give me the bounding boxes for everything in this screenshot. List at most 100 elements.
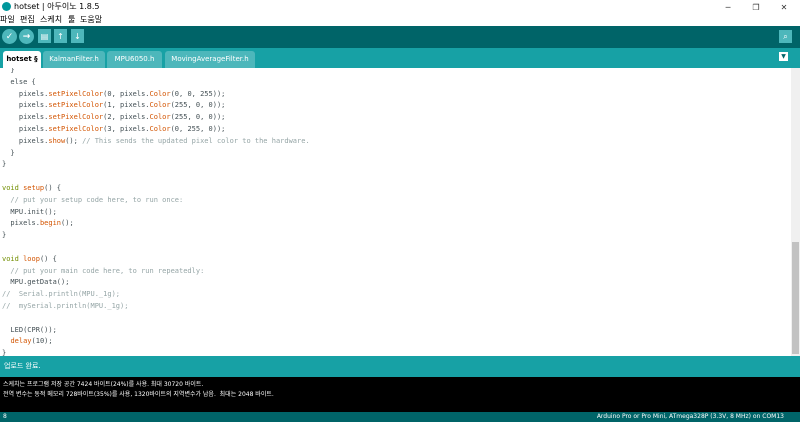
code-line: pixels.show(); // This sends the updated… [2, 135, 310, 147]
upload-button[interactable]: → [19, 29, 34, 44]
menu-tools[interactable]: 툴 [68, 14, 75, 26]
code-keyword: void [2, 184, 19, 192]
code-line: } [2, 68, 15, 76]
open-sketch-button[interactable]: ↑ [54, 29, 67, 43]
code-line: } [2, 229, 6, 241]
minimize-button[interactable]: ─ [716, 0, 740, 14]
code-line: pixels.begin(); [2, 217, 74, 229]
line-number: 8 [3, 413, 7, 420]
tab-kalmanfilter[interactable]: KalmanFilter.h [43, 51, 105, 68]
code-line: // put your setup code here, to run once… [2, 194, 183, 206]
code-line: pixels.setPixelColor(2, pixels.Color(255… [2, 111, 226, 123]
code-comment: // put your setup code here, to run once… [2, 195, 184, 204]
footer-bar: 8 Arduino Pro or Pro Mini, ATmega328P (3… [0, 412, 800, 422]
title-bar: hotset | 아두이노 1.8.5 ─ ❐ ✕ [0, 0, 800, 14]
code-text: MPU.getData(); [2, 278, 70, 287]
code-text: (0, pixels. [103, 89, 150, 98]
code-comment: // This sends the updated pixel color to… [82, 136, 310, 145]
board-info: Arduino Pro or Pro Mini, ATmega328P (3.3… [596, 413, 784, 420]
code-function: loop [23, 254, 40, 263]
code-text: (10); [31, 337, 53, 346]
code-text: (0, 255, 0)); [170, 125, 226, 133]
tab-mpu6050[interactable]: MPU6050.h [107, 51, 162, 68]
code-text: (255, 0, 0)); [170, 113, 226, 122]
editor-scrollbar[interactable] [791, 68, 800, 356]
code-function: Color [149, 101, 171, 110]
code-line: LED(CPR()); [2, 324, 57, 336]
code-line: } [2, 347, 6, 356]
code-text: } [2, 349, 7, 356]
code-line: delay(10); [2, 335, 53, 347]
code-text: MPU.init(); [2, 207, 57, 216]
code-function: Color [149, 89, 171, 98]
code-text: else { [2, 77, 36, 86]
console-line: 전역 변수는 동적 메모리 728바이트(35%)를 사용, 1320바이트의 … [3, 391, 274, 398]
menu-sketch[interactable]: 스케치 [40, 14, 62, 26]
scrollbar-thumb[interactable] [792, 242, 799, 354]
code-line: // put your main code here, to run repea… [2, 265, 204, 277]
toolbar: ✓ → ▤ ↑ ↓ ⌕ [0, 26, 800, 48]
code-text: () { [39, 254, 57, 263]
code-text: pixels. [2, 219, 40, 228]
code-function: setPixelColor [48, 125, 104, 133]
code-line: // Serial.println(MPU._1g); [2, 288, 120, 300]
code-text: pixels. [2, 125, 49, 133]
code-function: begin [39, 219, 62, 228]
code-text: pixels. [2, 113, 49, 122]
arduino-logo-icon [2, 2, 11, 11]
code-text: } [2, 68, 15, 74]
serial-monitor-button[interactable]: ⌕ [779, 30, 792, 43]
status-message: 업로드 완료. [4, 362, 41, 370]
code-comment: // mySerial.println(MPU._1g); [2, 302, 129, 310]
window-title: hotset | 아두이노 1.8.5 [14, 2, 100, 11]
new-sketch-button[interactable]: ▤ [38, 29, 51, 43]
code-function: setPixelColor [48, 113, 104, 122]
close-button[interactable]: ✕ [772, 0, 796, 14]
code-text: (2, pixels. [103, 113, 150, 122]
code-function: setPixelColor [48, 89, 104, 98]
code-text: (); [65, 136, 83, 145]
code-comment: // Serial.println(MPU._1g); [2, 290, 121, 299]
code-line: void setup() { [2, 182, 61, 194]
code-text: (3, pixels. [103, 125, 150, 133]
tab-bar: hotset § KalmanFilter.h MPU6050.h Moving… [0, 48, 800, 68]
menu-help[interactable]: 도움말 [80, 14, 102, 26]
code-text: pixels. [2, 136, 49, 145]
code-function: setup [23, 184, 45, 192]
code-function: delay [10, 337, 32, 346]
code-text: pixels. [2, 101, 49, 110]
code-line: void loop() { [2, 253, 57, 265]
code-text: () { [44, 184, 62, 192]
save-sketch-button[interactable]: ↓ [71, 29, 84, 43]
tab-menu-dropdown-icon[interactable]: ▼ [779, 52, 788, 61]
code-text: (255, 0, 0)); [170, 101, 226, 110]
code-line: MPU.getData(); [2, 276, 69, 288]
menu-edit[interactable]: 편집 [20, 14, 35, 26]
code-text: (0, 0, 255)); [170, 89, 226, 98]
code-editor[interactable]: } else { pixels.setPixelColor(0, pixels.… [0, 68, 791, 356]
code-text: (1, pixels. [103, 101, 150, 110]
code-line: } [2, 158, 6, 170]
code-keyword: void [2, 254, 19, 263]
tab-movingaveragefilter[interactable]: MovingAverageFilter.h [165, 51, 255, 68]
code-text: LED(CPR()); [2, 325, 57, 334]
verify-button[interactable]: ✓ [2, 29, 17, 44]
code-text: } [2, 231, 7, 240]
code-text: } [2, 160, 7, 169]
console-output[interactable]: 스케치는 프로그램 저장 공간 7424 바이트(24%)를 사용. 최대 30… [0, 377, 800, 412]
code-line: MPU.init(); [2, 206, 57, 218]
code-comment: // put your main code here, to run repea… [2, 266, 205, 275]
code-line: pixels.setPixelColor(1, pixels.Color(255… [2, 99, 226, 111]
code-line: // mySerial.println(MPU._1g); [2, 300, 128, 312]
tab-hotset[interactable]: hotset § [3, 51, 41, 68]
code-text: } [2, 148, 15, 157]
code-function: Color [149, 113, 171, 122]
maximize-button[interactable]: ❐ [744, 0, 768, 14]
code-line: pixels.setPixelColor(3, pixels.Color(0, … [2, 123, 226, 135]
code-line: } [2, 147, 15, 159]
code-text: (); [61, 219, 74, 228]
code-text: pixels. [2, 89, 49, 98]
code-function: setPixelColor [48, 101, 104, 110]
menu-file[interactable]: 파일 [0, 14, 15, 26]
code-line: else { [2, 76, 36, 88]
